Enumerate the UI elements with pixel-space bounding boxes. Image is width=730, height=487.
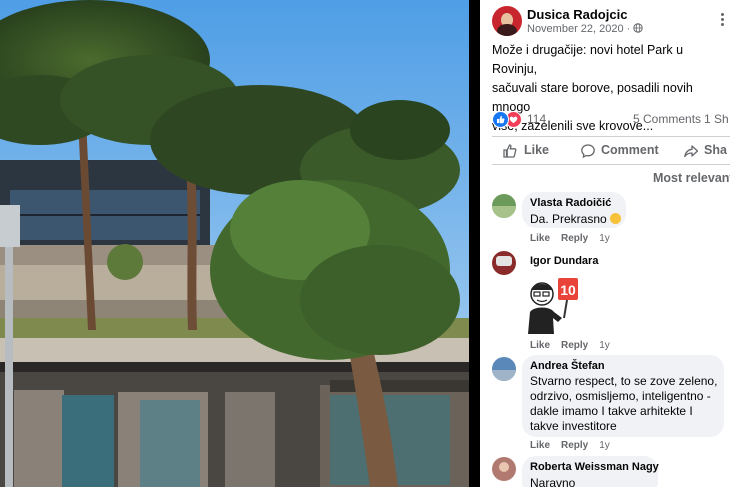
comment-age[interactable]: 1y [599,340,610,351]
comment-text-line: dakle imamo I takve arhitekte I [530,404,693,418]
commenter-avatar[interactable] [492,457,516,481]
comment-icon [581,144,595,159]
comment-actions: Like Reply 1y [530,340,621,351]
thumbs-up-icon [503,144,517,158]
post-text-line: Može i drugačije: novi hotel Park u Rovi… [492,43,684,76]
sticker-score: 10 [560,282,576,298]
comment-like-link[interactable]: Like [530,440,550,451]
sticker-image: 10 [520,274,582,336]
comment-text-line: takve investitore [530,419,617,433]
share-icon [684,145,699,158]
photo-divider [469,0,480,487]
author-avatar[interactable] [492,6,522,36]
comment-like-link[interactable]: Like [530,340,550,351]
comment-actions: Like Reply 1y [530,440,621,451]
more-icon[interactable] [721,13,725,27]
like-reaction-icon [492,111,509,128]
commenter-avatar[interactable] [492,357,516,381]
comment-author[interactable]: Igor Dundara [530,255,598,267]
comment-like-link[interactable]: Like [530,233,550,244]
like-button-label: Like [524,143,550,157]
post-side-panel: Dusica Radojcic November 22, 2020 · Može… [480,0,730,487]
clap-emoji-icon [610,213,622,224]
author-name[interactable]: Dusica Radojcic [527,7,627,22]
post-photo[interactable] [0,0,469,487]
comment-text-line: Stvarno respect, to se zove zeleno, [530,374,718,388]
share-button-label: Sha [704,143,727,157]
comment-reply-link[interactable]: Reply [561,340,588,351]
comment-reply-link[interactable]: Reply [561,440,588,451]
comment-sort-label: Most relevant [653,171,730,185]
comment-text-line: odrzivo, osmisljemo, inteligentno - [530,389,711,403]
commenter-avatar[interactable] [492,251,516,275]
comment-author[interactable]: Andrea Štefan [530,360,605,372]
post-date-text[interactable]: November 22, 2020 · [527,23,630,35]
hotel-pine-trees-photo [0,0,469,487]
comment-text-line: Da. Prekrasno [530,212,607,226]
post-date[interactable]: November 22, 2020 · [527,23,644,35]
comment-text: Da. Prekrasno [530,212,622,226]
comment-age[interactable]: 1y [599,440,610,451]
shares-count[interactable]: 1 Sh [704,112,729,126]
reaction-count[interactable]: 114 [527,112,546,126]
comment-age[interactable]: 1y [599,233,610,244]
comment-button-label: Comment [601,143,659,157]
comment-text: Stvarno respect, to se zove zeleno, odrz… [530,374,717,434]
globe-icon [633,23,644,33]
divider-line [492,164,730,165]
comment-reply-link[interactable]: Reply [561,233,588,244]
comments-count[interactable]: 5 Comments [633,112,701,126]
comment-text-line: Naravno [530,476,576,487]
comment-sort-dropdown[interactable]: Most relevant [653,171,730,185]
comment-author[interactable]: Vlasta Radoičić [530,197,611,209]
divider-line [492,136,730,137]
commenter-avatar[interactable] [492,194,516,218]
comment-author[interactable]: Roberta Weissman Nagy [530,461,659,473]
comment-actions: Like Reply 1y [530,233,621,244]
